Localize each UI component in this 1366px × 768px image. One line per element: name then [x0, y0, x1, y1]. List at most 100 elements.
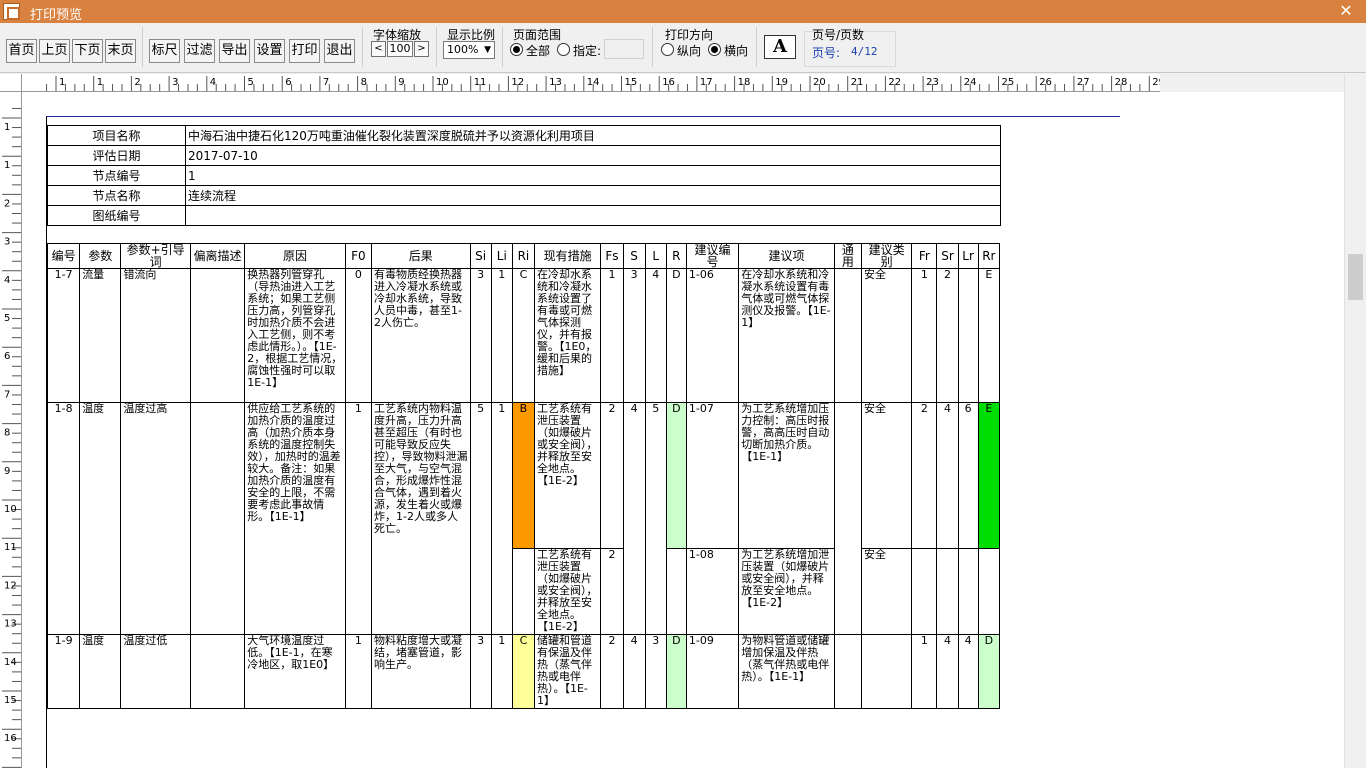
- ruler-label: 19: [775, 77, 788, 88]
- info-value: 1: [185, 165, 1001, 186]
- ruler-label: 4: [210, 77, 216, 88]
- separator: [362, 27, 363, 67]
- header-cell: 偏离描述: [189, 243, 246, 269]
- ruler-label: 9: [398, 77, 404, 88]
- row-fs: 2: [600, 634, 624, 709]
- row-f0: 1: [344, 402, 372, 635]
- scrollbar-thumb[interactable]: [1348, 254, 1363, 300]
- ruler-label: 12: [4, 580, 17, 591]
- row-measure: 在冷却水系统和冷凝水系统设置了有毒或可燃气体探测仪，并有报警。【1E0，缓和后果…: [533, 268, 602, 403]
- font-zoom-increase-button[interactable]: >: [414, 41, 429, 57]
- page-range-all-radio[interactable]: [510, 43, 523, 56]
- orientation-landscape-radio[interactable]: [708, 43, 721, 56]
- row-guide: 温度过高: [120, 402, 191, 635]
- row-l: 3: [644, 634, 667, 709]
- header-cell: 建议项: [738, 243, 835, 269]
- row-r: D: [665, 634, 687, 709]
- font-zoom-decrease-button[interactable]: <: [371, 41, 386, 57]
- font-settings-button[interactable]: A: [764, 35, 796, 59]
- info-key: 节点编号: [47, 165, 186, 186]
- header-cell: 编号: [46, 243, 81, 269]
- exit-button[interactable]: 退出: [324, 39, 355, 63]
- ruler-label: 4: [4, 275, 10, 286]
- ruler-label: 9: [4, 466, 10, 477]
- ruler-label: 2: [4, 198, 10, 209]
- orientation-portrait-label: 纵向: [677, 44, 702, 58]
- header-cell: Fr: [911, 243, 938, 269]
- export-button[interactable]: 导出: [219, 39, 250, 63]
- print-button[interactable]: 打印: [289, 39, 320, 63]
- ruler-corner: [0, 74, 22, 92]
- ruler-label: 24: [964, 77, 977, 88]
- row-l: 4: [644, 268, 667, 403]
- horizontal-ruler-ticks: 1 1 2 3 4 5 6 7 8 9 10 11 12 13 14 15 16 17 18 19 20 21 22 23 24…: [46, 76, 1165, 91]
- ruler-label: 23: [926, 77, 939, 88]
- page-range-specify-radio[interactable]: [557, 43, 570, 56]
- ruler-button[interactable]: 标尺: [149, 39, 180, 63]
- prev-page-button[interactable]: 上页: [39, 39, 70, 63]
- row-ri: C: [511, 634, 535, 709]
- row-sr: 2: [936, 268, 959, 403]
- header-cell: 建议类别: [860, 243, 913, 269]
- separator: [756, 27, 757, 67]
- info-value: 中海石油中捷石化120万吨重油催化裂化装置深度脱硫并予以资源化利用项目: [185, 125, 1001, 146]
- page-number-prefix: 页号:: [812, 46, 841, 60]
- header-cell: Ri: [511, 243, 535, 269]
- row-suggestion-id: 1-08: [685, 548, 740, 635]
- separator: [502, 27, 503, 67]
- info-row: 节点编号 1: [47, 165, 1001, 186]
- info-key: 节点名称: [47, 185, 186, 206]
- page-info-label: 页号/页数: [812, 28, 865, 42]
- header-cell: Sr: [936, 243, 959, 269]
- row-rr: D: [977, 634, 1001, 709]
- info-row: 评估日期 2017-07-10: [47, 145, 1001, 166]
- ruler-label: 20: [813, 77, 826, 88]
- page-range-specify-label: 指定:: [573, 44, 602, 58]
- row-consequence: 物料粘度增大或凝结，堵塞管道，影响生产。: [370, 634, 471, 709]
- separator: [652, 27, 653, 67]
- row-general: [833, 268, 862, 403]
- row-suggestion-id: 1-09: [685, 634, 740, 709]
- first-page-button[interactable]: 首页: [6, 39, 37, 63]
- font-zoom-input[interactable]: 100: [387, 41, 413, 57]
- page-number-value: 4/12: [851, 45, 878, 58]
- info-value: [185, 205, 1001, 226]
- row-fs: 2: [600, 402, 624, 549]
- settings-button[interactable]: 设置: [254, 39, 285, 63]
- ruler-label: 21: [851, 77, 864, 88]
- row-rr: E: [977, 268, 1001, 403]
- separator: [436, 27, 437, 67]
- filter-button[interactable]: 过滤: [184, 39, 215, 63]
- last-page-button[interactable]: 末页: [105, 39, 136, 63]
- row-suggestion: 为工艺系统增加泄压装置（如爆破片或安全阀），并释放至安全地点。【1E-2】: [738, 548, 835, 635]
- header-cell: 参数: [79, 243, 122, 269]
- row-fs: 1: [600, 268, 624, 403]
- orientation-portrait-radio[interactable]: [661, 43, 674, 56]
- row-suggestion-id: 1-07: [685, 402, 740, 549]
- row-sr: 4: [936, 634, 959, 709]
- project-info-table: 项目名称 中海石油中捷石化120万吨重油催化裂化装置深度脱硫并予以资源化利用项目 …: [47, 125, 1001, 226]
- page-range-input[interactable]: [604, 39, 644, 59]
- separator: [142, 27, 143, 67]
- row-general: [833, 402, 862, 635]
- ruler-label: 13: [549, 77, 562, 88]
- ruler-label: 13: [4, 619, 17, 630]
- info-key: 评估日期: [47, 145, 186, 166]
- display-ratio-select[interactable]: 100% ▼: [443, 41, 495, 59]
- vertical-scrollbar[interactable]: [1344, 74, 1366, 768]
- row-id: 1-8: [46, 402, 81, 635]
- ruler-label: 10: [4, 504, 17, 515]
- ruler-label: 3: [4, 237, 10, 248]
- table-row: 1-9 温度 温度过低 大气环境温度过低。【1E-1，在寒冷地区，取1E0】 1…: [46, 634, 1001, 709]
- row-cause: 大气环境温度过低。【1E-1，在寒冷地区，取1E0】: [244, 634, 346, 709]
- row-param: 温度: [79, 634, 122, 709]
- header-cell: Li: [490, 243, 513, 269]
- ruler-label: 8: [361, 77, 367, 88]
- horizontal-ruler: 1 1 2 3 4 5 6 7 8 9 10 11 12 13 14 15 16 17 18 19 20 21 22 23 24…: [22, 74, 1165, 92]
- hazop-table: 编号 参数 参数+引导词 偏离描述 原因 F0 后果 Si Li Ri 现有措施…: [46, 243, 1001, 709]
- info-row: 项目名称 中海石油中捷石化120万吨重油催化裂化装置深度脱硫并予以资源化利用项目: [47, 125, 1001, 146]
- close-button[interactable]: ✕: [1326, 0, 1366, 23]
- next-page-button[interactable]: 下页: [72, 39, 103, 63]
- row-suggestion: 为工艺系统增加压力控制：高压时报警，高高压时自动切断加热介质。【1E-1】: [738, 402, 835, 549]
- row-li: 1: [490, 634, 513, 709]
